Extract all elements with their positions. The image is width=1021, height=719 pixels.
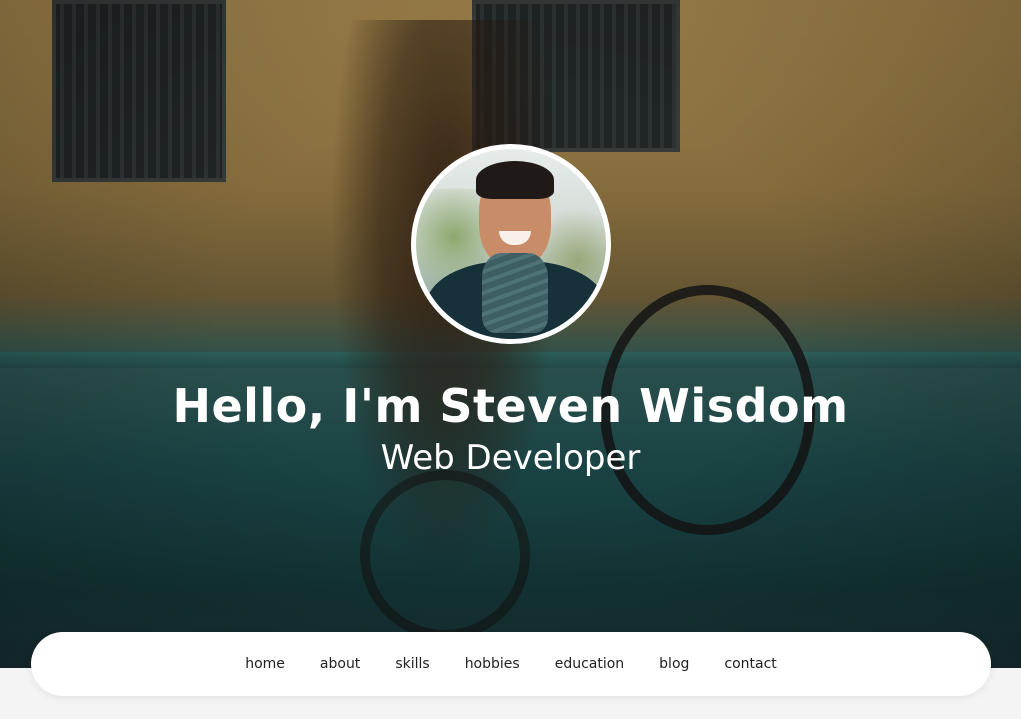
hero-subheadline: Web Developer — [380, 438, 641, 478]
hero-section: Hello, I'm Steven Wisdom Web Developer — [0, 0, 1021, 668]
main-navbar: home about skills hobbies education blog… — [31, 632, 991, 696]
nav-link-hobbies[interactable]: hobbies — [465, 656, 520, 672]
nav-link-home[interactable]: home — [245, 656, 285, 672]
nav-link-blog[interactable]: blog — [659, 656, 689, 672]
profile-avatar — [411, 144, 611, 344]
nav-link-about[interactable]: about — [320, 656, 360, 672]
nav-link-skills[interactable]: skills — [395, 656, 429, 672]
nav-items: home about skills hobbies education blog… — [31, 632, 991, 696]
hero-headline: Hello, I'm Steven Wisdom — [172, 379, 849, 433]
nav-link-contact[interactable]: contact — [724, 656, 776, 672]
nav-link-education[interactable]: education — [555, 656, 624, 672]
